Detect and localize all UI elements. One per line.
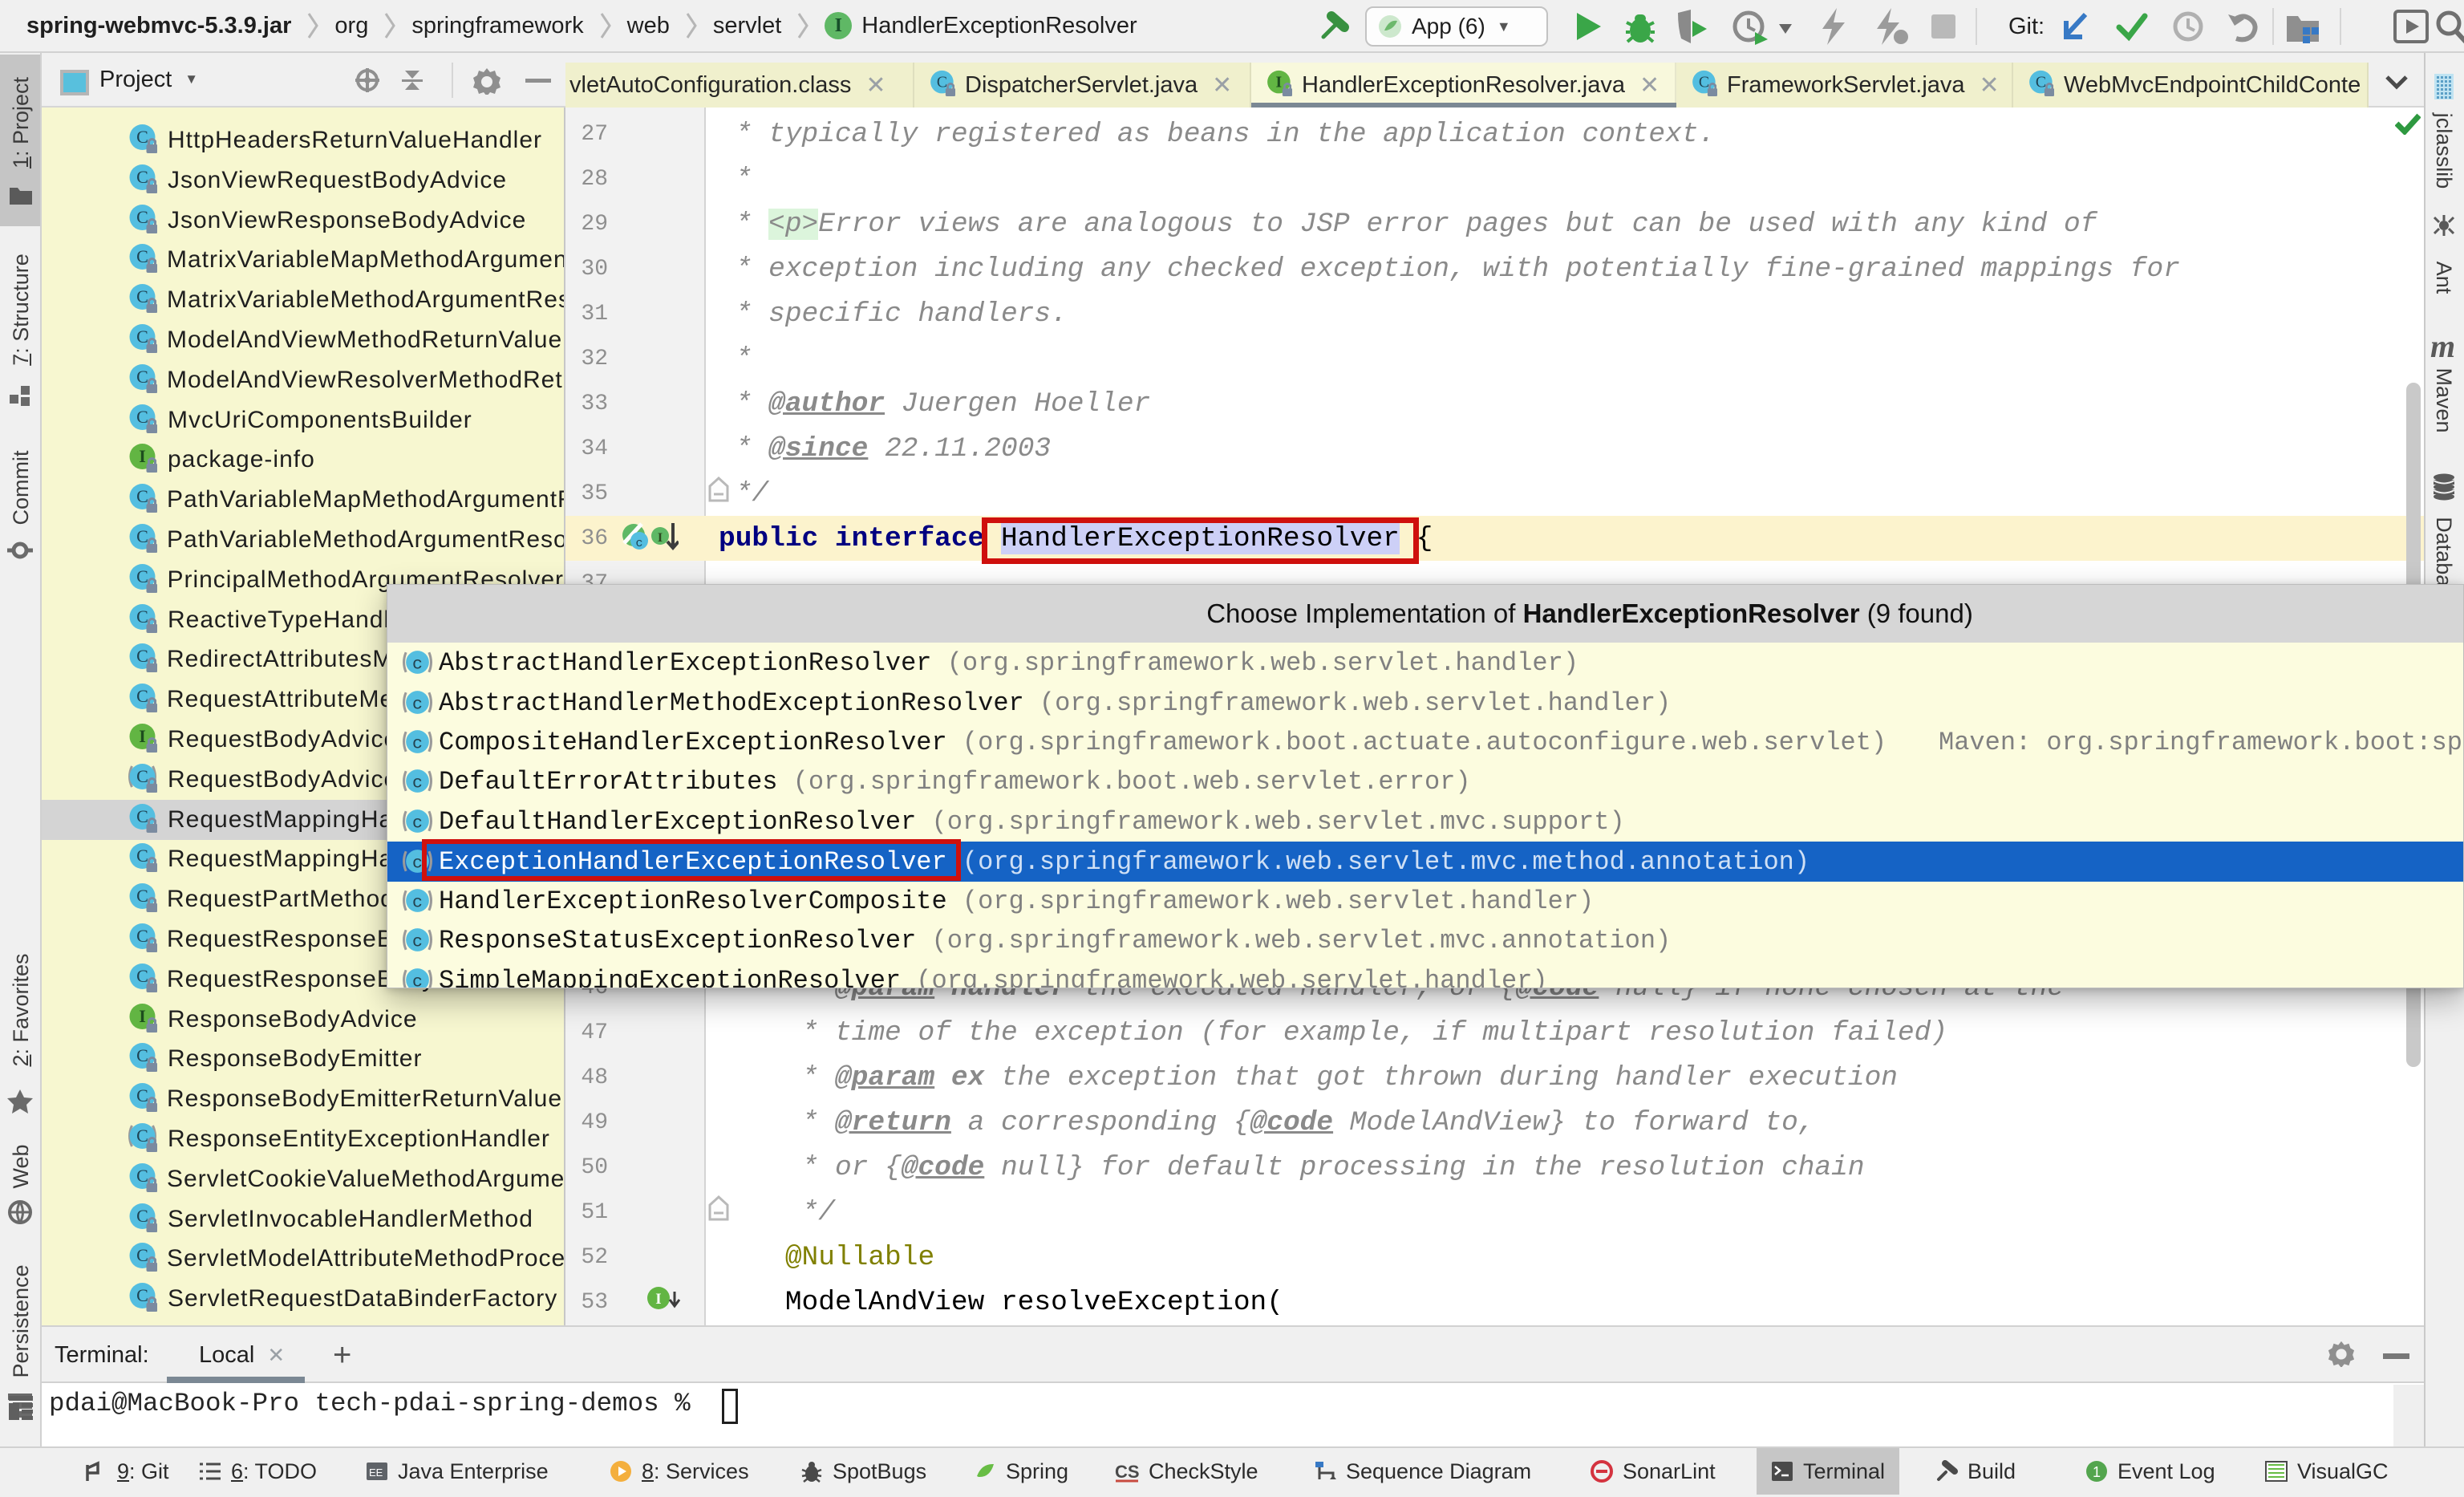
svg-text:C: C: [136, 806, 148, 826]
svg-text:C: C: [136, 407, 148, 427]
svg-text:I: I: [655, 1291, 661, 1308]
svg-text:C: C: [136, 486, 148, 506]
svg-text:c: c: [412, 655, 423, 675]
svg-text:c: c: [412, 933, 423, 952]
svg-text:c: c: [635, 537, 642, 550]
svg-text:C: C: [136, 1285, 148, 1305]
svg-text:c: c: [412, 814, 423, 834]
svg-text:C: C: [136, 367, 148, 387]
svg-text:C: C: [136, 167, 148, 187]
svg-text:C: C: [136, 886, 148, 906]
svg-text:I: I: [139, 446, 146, 466]
svg-text:C: C: [136, 846, 148, 866]
svg-text:c: c: [412, 894, 423, 913]
svg-text:c: c: [412, 696, 423, 715]
svg-text:C: C: [136, 207, 148, 227]
svg-text:C: C: [136, 566, 148, 586]
svg-text:C: C: [1699, 74, 1709, 91]
svg-text:C: C: [136, 526, 148, 546]
svg-text:C: C: [136, 1206, 148, 1226]
svg-text:C: C: [136, 1126, 148, 1146]
svg-text:C: C: [136, 127, 148, 147]
svg-text:I: I: [1276, 74, 1283, 91]
svg-text:I: I: [139, 726, 146, 746]
svg-text:C: C: [2036, 74, 2046, 91]
svg-text:C: C: [937, 74, 947, 91]
svg-text:c: c: [412, 735, 423, 754]
svg-text:C: C: [136, 286, 148, 306]
svg-text:C: C: [136, 966, 148, 986]
svg-text:c: c: [412, 774, 423, 793]
svg-text:EE: EE: [369, 1467, 383, 1479]
svg-text:C: C: [136, 1085, 148, 1106]
svg-text:C: C: [136, 1245, 148, 1265]
svg-text:C: C: [136, 607, 148, 627]
svg-text:C: C: [136, 1166, 148, 1186]
svg-text:I: I: [139, 1006, 146, 1026]
svg-text:C: C: [136, 766, 148, 786]
svg-text:C: C: [136, 686, 148, 706]
svg-text:C: C: [136, 327, 148, 347]
svg-text:CS: CS: [1115, 1462, 1139, 1482]
svg-text:1: 1: [2093, 1464, 2101, 1480]
svg-text:c: c: [412, 973, 423, 988]
svg-text:C: C: [136, 646, 148, 666]
svg-text:C: C: [136, 926, 148, 946]
svg-text:C: C: [136, 1045, 148, 1065]
svg-text:C: C: [136, 246, 148, 266]
svg-text:I: I: [658, 531, 663, 545]
